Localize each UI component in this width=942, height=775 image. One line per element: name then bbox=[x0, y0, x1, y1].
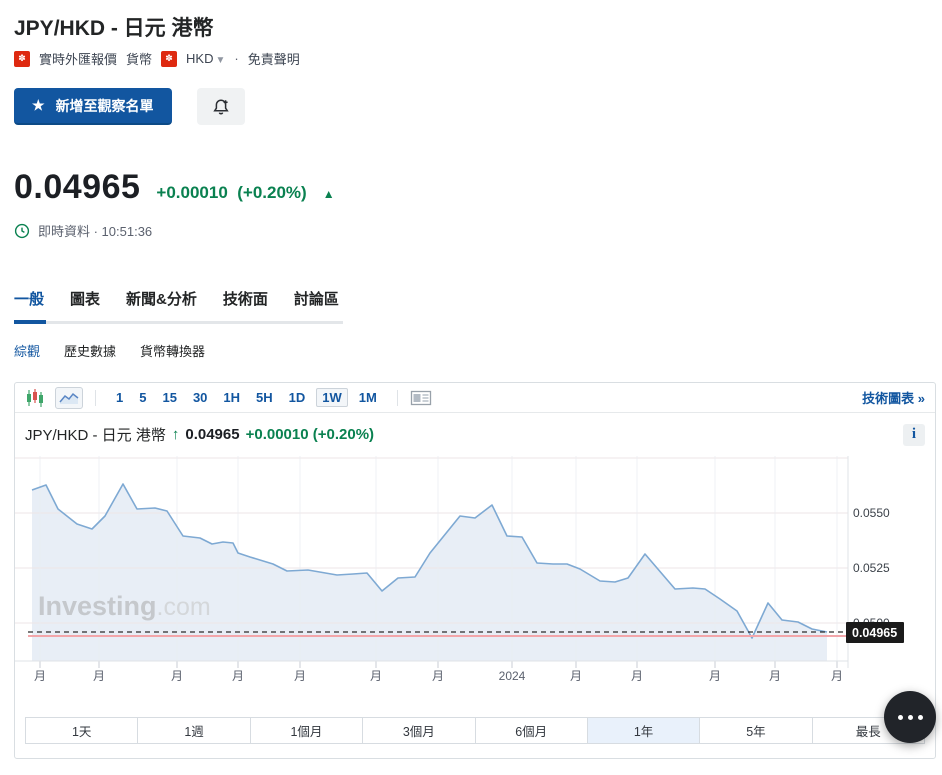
line-chart-button[interactable] bbox=[55, 386, 83, 409]
svg-text:月: 月 bbox=[232, 669, 244, 683]
subtab-2[interactable]: 貨幣轉換器 bbox=[140, 341, 205, 360]
interval-1[interactable]: 5 bbox=[131, 390, 154, 405]
interval-5[interactable]: 5H bbox=[248, 390, 281, 405]
svg-text:月: 月 bbox=[570, 669, 582, 683]
dot-icon bbox=[897, 714, 903, 720]
chart-change: +0.00010 (+0.20%) bbox=[245, 426, 375, 443]
range-button-3[interactable]: 3個月 bbox=[362, 718, 475, 743]
price-chart-plot[interactable]: 0.05500.05250.0500月月月月月月月2024月月月月月0.0496… bbox=[15, 456, 935, 696]
currency-dropdown[interactable]: HKD ▼ bbox=[186, 51, 225, 66]
interval-0[interactable]: 1 bbox=[108, 390, 131, 405]
interval-buttons: 1 5 15 30 1H 5H 1D 1W 1M bbox=[108, 388, 385, 407]
chart-price: 0.04965 bbox=[185, 426, 240, 443]
svg-text:月: 月 bbox=[769, 669, 781, 683]
up-arrow-icon: ↑ bbox=[171, 426, 180, 443]
chart-header: JPY/HKD - 日元 港幣 ↑ 0.04965 +0.00010 (+0.2… bbox=[15, 413, 935, 456]
interval-4[interactable]: 1H bbox=[215, 390, 248, 405]
technical-chart-link[interactable]: 技術圖表 » bbox=[862, 388, 925, 407]
quote-block: 0.04965 +0.00010 (+0.20%) ▲ bbox=[14, 168, 335, 207]
svg-text:月: 月 bbox=[93, 669, 105, 683]
tab-4[interactable]: 討論區 bbox=[294, 288, 339, 309]
disclaimer-link[interactable]: 免責聲明 bbox=[248, 49, 300, 68]
svg-text:月: 月 bbox=[631, 669, 643, 683]
svg-text:月: 月 bbox=[709, 669, 721, 683]
interval-6[interactable]: 1D bbox=[281, 390, 314, 405]
bell-plus-icon bbox=[212, 98, 229, 114]
tab-2[interactable]: 新聞&分析 bbox=[126, 288, 197, 309]
svg-text:0.0550: 0.0550 bbox=[853, 506, 890, 520]
subtab-1[interactable]: 歷史數據 bbox=[64, 341, 116, 360]
hk-flag-icon: ✽ bbox=[161, 50, 178, 67]
range-button-1[interactable]: 1週 bbox=[137, 718, 250, 743]
chart-widget: 1 5 15 30 1H 5H 1D 1W 1M 技術圖表 » JPY/HKD - 日元 港幣 … bbox=[14, 382, 936, 759]
candlestick-chart-button[interactable] bbox=[25, 388, 45, 407]
line-chart-icon bbox=[59, 392, 79, 404]
news-panel-button[interactable] bbox=[410, 390, 432, 406]
realtime-status: 即時資料 · 10:51:36 bbox=[14, 221, 152, 240]
range-button-2[interactable]: 1個月 bbox=[249, 718, 363, 743]
breadcrumb: ✽ 實時外匯報價 貨幣 ✽ HKD ▼ · 免責聲明 bbox=[14, 49, 300, 68]
tab-0[interactable]: 一般 bbox=[14, 288, 44, 309]
clock-icon bbox=[14, 223, 30, 238]
range-button-4[interactable]: 6個月 bbox=[474, 718, 587, 743]
interval-8[interactable]: 1M bbox=[351, 390, 385, 405]
breadcrumb-currency-link[interactable]: 貨幣 bbox=[126, 49, 152, 68]
svg-text:月: 月 bbox=[294, 669, 306, 683]
svg-text:月: 月 bbox=[370, 669, 382, 683]
tabs-underline bbox=[14, 320, 343, 324]
chart-symbol-title: JPY/HKD - 日元 港幣 bbox=[25, 427, 166, 444]
chevron-down-icon: ▼ bbox=[215, 55, 226, 66]
news-panel-icon bbox=[410, 390, 431, 405]
area-chart: 0.05500.05250.0500月月月月月月月2024月月月月月0.0496… bbox=[15, 456, 904, 683]
chart-toolbar: 1 5 15 30 1H 5H 1D 1W 1M 技術圖表 » bbox=[15, 383, 935, 413]
status-text: 即時資料 · 10:51:36 bbox=[38, 224, 153, 239]
main-tabs: 一般 圖表 新聞&分析 技術面 討論區 bbox=[14, 288, 339, 309]
more-options-fab[interactable] bbox=[884, 691, 936, 743]
action-buttons: ★ 新增至觀察名單 bbox=[14, 88, 245, 125]
svg-text:月: 月 bbox=[171, 669, 183, 683]
watchlist-button-label: 新增至觀察名單 bbox=[55, 97, 154, 114]
quote-page: JPY/HKD - 日元 港幣 ✽ 實時外匯報價 貨幣 ✽ HKD ▼ · 免責聲… bbox=[0, 0, 942, 775]
star-icon: ★ bbox=[32, 97, 45, 113]
interval-7[interactable]: 1W bbox=[316, 388, 348, 407]
hk-flag-icon: ✽ bbox=[14, 50, 30, 67]
interval-2[interactable]: 15 bbox=[154, 390, 184, 405]
sub-tabs: 綜觀 歷史數據 貨幣轉換器 bbox=[14, 341, 205, 360]
add-to-watchlist-button[interactable]: ★ 新增至觀察名單 bbox=[14, 88, 172, 125]
tab-1[interactable]: 圖表 bbox=[70, 288, 100, 309]
svg-text:0.0525: 0.0525 bbox=[853, 561, 890, 575]
range-button-6[interactable]: 5年 bbox=[699, 718, 812, 743]
subtab-0[interactable]: 綜觀 bbox=[14, 341, 40, 360]
range-button-0[interactable]: 1天 bbox=[26, 718, 138, 743]
svg-text:月: 月 bbox=[831, 669, 843, 683]
active-tab-indicator bbox=[14, 320, 46, 324]
svg-text:月: 月 bbox=[34, 669, 46, 683]
current-price: 0.04965 bbox=[14, 168, 141, 206]
create-alert-button[interactable] bbox=[196, 88, 245, 125]
dot-icon bbox=[917, 714, 923, 720]
candlestick-icon bbox=[27, 388, 43, 407]
svg-text:0.04965: 0.04965 bbox=[852, 626, 897, 640]
svg-text:2024: 2024 bbox=[499, 669, 526, 683]
breadcrumb-forex-link[interactable]: 實時外匯報價 bbox=[39, 49, 117, 68]
price-change: +0.00010 (+0.20%) bbox=[156, 183, 307, 202]
page-title: JPY/HKD - 日元 港幣 bbox=[14, 17, 214, 40]
dot-icon bbox=[907, 714, 913, 720]
breadcrumb-separator: · bbox=[234, 51, 239, 66]
interval-3[interactable]: 30 bbox=[185, 390, 215, 405]
toolbar-divider bbox=[95, 389, 96, 406]
range-button-5[interactable]: 1年 bbox=[586, 718, 700, 743]
tab-3[interactable]: 技術面 bbox=[223, 288, 268, 309]
range-selector: 1天 1週 1個月 3個月 6個月 1年 5年 最長 bbox=[25, 717, 925, 744]
info-button[interactable]: i bbox=[903, 423, 925, 446]
svg-text:月: 月 bbox=[432, 669, 444, 683]
up-triangle-icon: ▲ bbox=[322, 187, 335, 201]
toolbar-divider bbox=[396, 389, 398, 406]
